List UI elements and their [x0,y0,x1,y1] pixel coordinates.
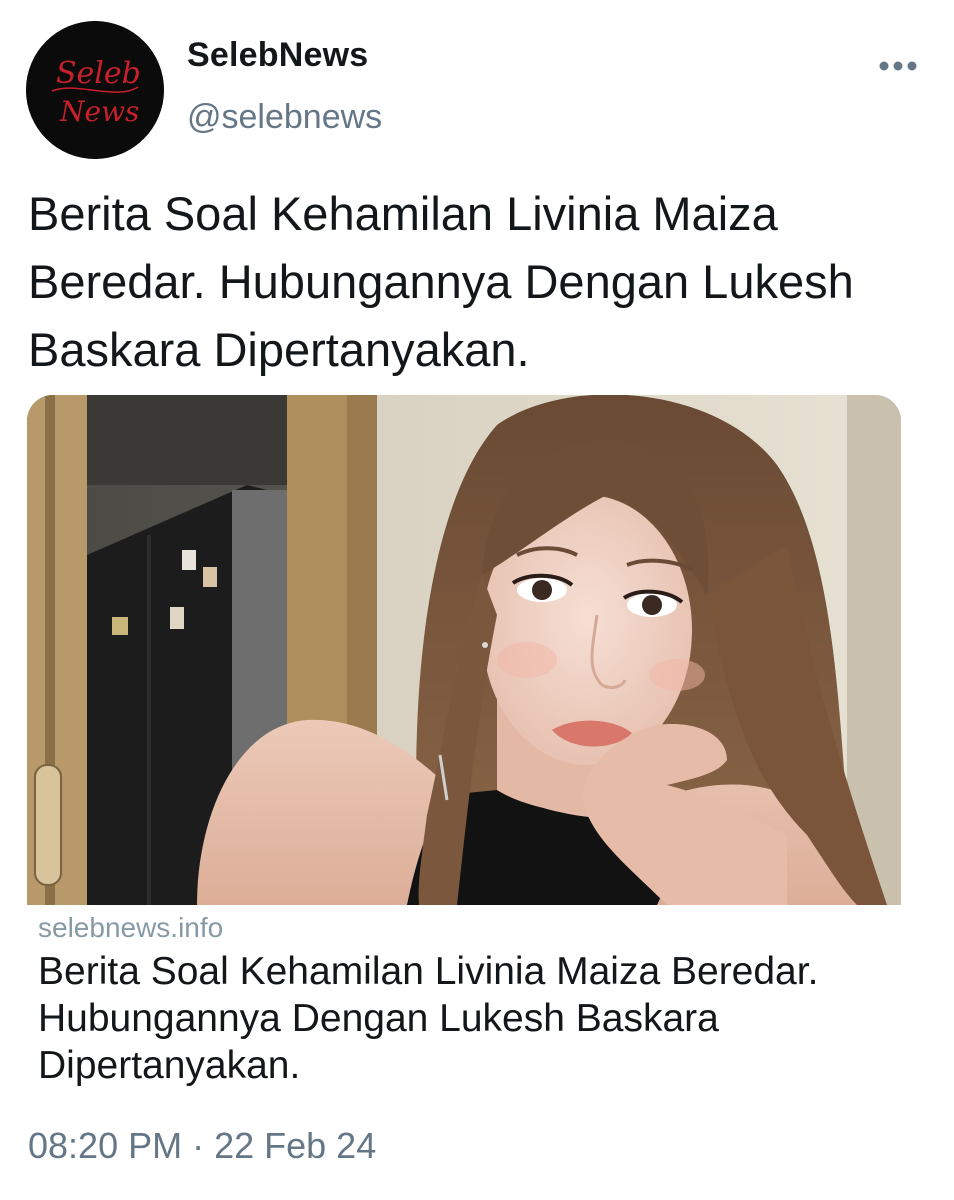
display-name[interactable]: SelebNews [187,36,368,75]
selebnews-logo: Seleb News [26,21,164,159]
avatar[interactable]: Seleb News [26,21,164,159]
avatar-text-top: Seleb [56,56,141,91]
card-domain: selebnews.info [38,912,224,943]
timestamp-separator: · [192,1125,205,1166]
tweet-text: Berita Soal Kehamilan Livinia Maiza Bere… [28,187,854,376]
article-photo [27,395,901,905]
more-button[interactable] [872,50,924,82]
link-card-image[interactable] [27,395,901,905]
more-horizontal-icon [879,61,917,71]
tweet-time: 08:20 PM [28,1125,183,1166]
account-handle[interactable]: @selebnews [187,98,382,137]
link-card-meta[interactable]: selebnews.info Berita Soal Kehamilan Liv… [38,908,898,1089]
avatar-text-bottom: News [59,95,139,128]
tweet-date: 22 Feb 24 [214,1125,377,1166]
tweet-timestamp[interactable]: 08:20 PM · 22 Feb 24 [28,1125,376,1167]
card-title: Berita Soal Kehamilan Livinia Maiza Bere… [38,950,819,1087]
